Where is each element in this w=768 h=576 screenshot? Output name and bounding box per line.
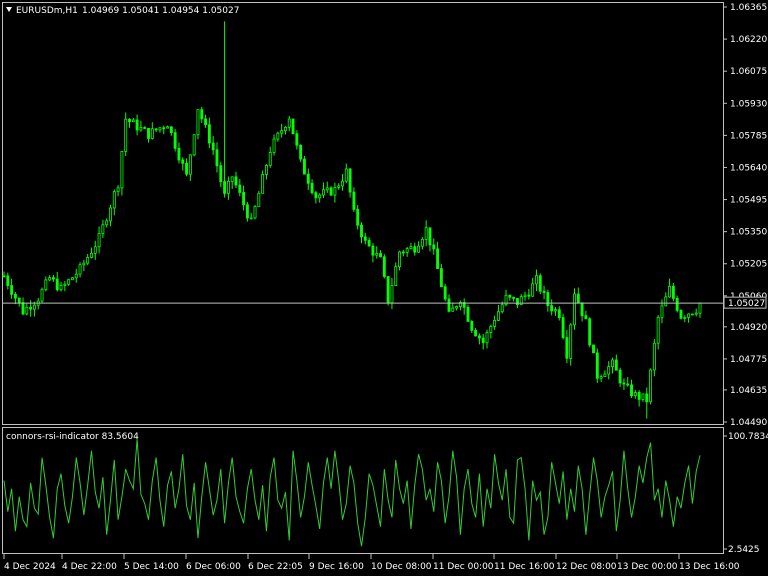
candle bbox=[173, 128, 177, 152]
candle bbox=[443, 283, 447, 302]
candle bbox=[71, 277, 74, 281]
candle bbox=[675, 295, 679, 313]
time-tick-label: 13 Dec 00:00 bbox=[617, 562, 678, 572]
candle bbox=[592, 344, 595, 354]
candle bbox=[595, 348, 599, 383]
candle bbox=[588, 317, 592, 348]
time-tick-label: 13 Dec 16:00 bbox=[679, 562, 740, 572]
price-tick-label: 1.05785 bbox=[730, 131, 767, 141]
candle bbox=[573, 288, 576, 330]
time-tick-label: 12 Dec 08:00 bbox=[556, 562, 617, 572]
time-tick-label: 10 Dec 08:00 bbox=[371, 562, 432, 572]
price-tick-label: 1.05640 bbox=[730, 163, 767, 173]
ohlc-values: 1.04969 1.05041 1.04954 1.05027 bbox=[82, 6, 239, 16]
price-tick-label: 1.04490 bbox=[730, 418, 767, 428]
candle bbox=[561, 313, 565, 340]
candle bbox=[690, 313, 694, 316]
time-tick-label: 6 Dec 22:05 bbox=[248, 562, 303, 572]
chart-background bbox=[0, 0, 768, 576]
current-price-tag-text: 1.05027 bbox=[728, 299, 765, 309]
candle bbox=[124, 112, 128, 157]
candle bbox=[382, 254, 386, 279]
indicator-tick-label: 100.7834 bbox=[728, 432, 768, 442]
price-tick-label: 1.04920 bbox=[730, 323, 767, 333]
price-tick-label: 1.05495 bbox=[730, 196, 767, 206]
time-tick-label: 11 Dec 00:00 bbox=[433, 562, 494, 572]
indicator-tick-label: 2.5425 bbox=[728, 545, 760, 555]
candle bbox=[649, 368, 653, 405]
indicator-label: connors-rsi-indicator 83.5604 bbox=[6, 432, 139, 442]
price-tick-label: 1.04775 bbox=[730, 355, 767, 365]
price-tick-label: 1.04635 bbox=[730, 386, 767, 396]
time-tick-label: 5 Dec 14:00 bbox=[124, 562, 179, 572]
time-tick-label: 6 Dec 06:00 bbox=[186, 562, 241, 572]
time-tick-label: 9 Dec 16:00 bbox=[309, 562, 364, 572]
candle bbox=[303, 156, 306, 175]
price-tick-label: 1.06365 bbox=[730, 3, 767, 13]
current-price-tag: 1.05027 bbox=[723, 296, 767, 309]
chart-window: EURUSDm,H1 1.04969 1.05041 1.04954 1.050… bbox=[0, 0, 768, 576]
candle bbox=[253, 205, 257, 220]
candle bbox=[679, 309, 683, 320]
candle bbox=[329, 186, 333, 197]
price-tick-label: 1.05350 bbox=[730, 228, 767, 238]
symbol-label: EURUSDm,H1 bbox=[16, 6, 78, 16]
candle bbox=[466, 304, 470, 322]
price-tick-label: 1.05205 bbox=[730, 260, 767, 270]
price-tick-label: 1.05930 bbox=[730, 99, 767, 109]
candle bbox=[538, 273, 542, 295]
time-tick-label: 4 Dec 2024 bbox=[4, 562, 56, 572]
candle bbox=[196, 109, 200, 140]
candle bbox=[257, 190, 261, 207]
candle bbox=[291, 118, 295, 135]
time-tick-label: 4 Dec 22:00 bbox=[62, 562, 117, 572]
candle bbox=[192, 134, 196, 157]
candle bbox=[40, 287, 44, 303]
candle bbox=[386, 276, 390, 306]
price-tick-label: 1.06220 bbox=[730, 35, 767, 45]
time-tick-label: 11 Dec 16:00 bbox=[494, 562, 555, 572]
price-tick-label: 1.06075 bbox=[730, 67, 767, 77]
